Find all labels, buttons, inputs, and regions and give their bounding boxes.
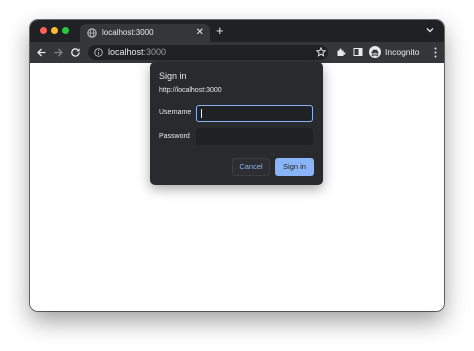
url-text: localhost:3000 [108, 47, 166, 58]
kebab-menu-icon[interactable] [434, 47, 437, 58]
url-host: localhost [108, 47, 144, 57]
dialog-origin: http://localhost:3000 [159, 87, 222, 94]
username-input[interactable] [196, 105, 313, 122]
reload-icon[interactable] [70, 47, 81, 58]
side-panel-icon[interactable] [353, 47, 363, 57]
new-tab-button[interactable]: + [216, 23, 224, 39]
tab-close-icon[interactable]: ✕ [196, 26, 204, 40]
incognito-label[interactable]: Incognito [385, 47, 420, 57]
star-icon[interactable] [316, 47, 326, 57]
sign-in-button[interactable]: Sign in [275, 158, 314, 176]
globe-icon [87, 28, 97, 38]
chevron-down-icon[interactable] [425, 25, 435, 35]
text-caret [201, 109, 202, 118]
back-arrow-icon[interactable] [36, 47, 47, 58]
cancel-button[interactable]: Cancel [232, 158, 270, 176]
incognito-icon[interactable] [369, 46, 381, 58]
extensions-icon[interactable] [336, 47, 346, 57]
username-label: Username [159, 109, 192, 116]
tab-localhost[interactable]: localhost:3000 ✕ [80, 24, 210, 42]
tab-strip: localhost:3000 ✕ + [30, 20, 444, 42]
forward-arrow-icon[interactable] [53, 47, 64, 58]
close-window-button[interactable] [40, 27, 47, 34]
password-input[interactable] [196, 128, 313, 145]
maximize-window-button[interactable] [62, 27, 69, 34]
dialog-title: Sign in [159, 71, 187, 81]
password-label: Password [159, 133, 190, 140]
url-port: :3000 [143, 47, 167, 57]
tab-title: localhost:3000 [102, 28, 154, 37]
toolbar: localhost:3000 Incognito [30, 42, 444, 63]
info-icon[interactable] [94, 48, 103, 57]
address-bar[interactable]: localhost:3000 [88, 45, 328, 60]
sign-in-dialog: Sign in http://localhost:3000 Username P… [150, 62, 323, 185]
minimize-window-button[interactable] [51, 27, 58, 34]
